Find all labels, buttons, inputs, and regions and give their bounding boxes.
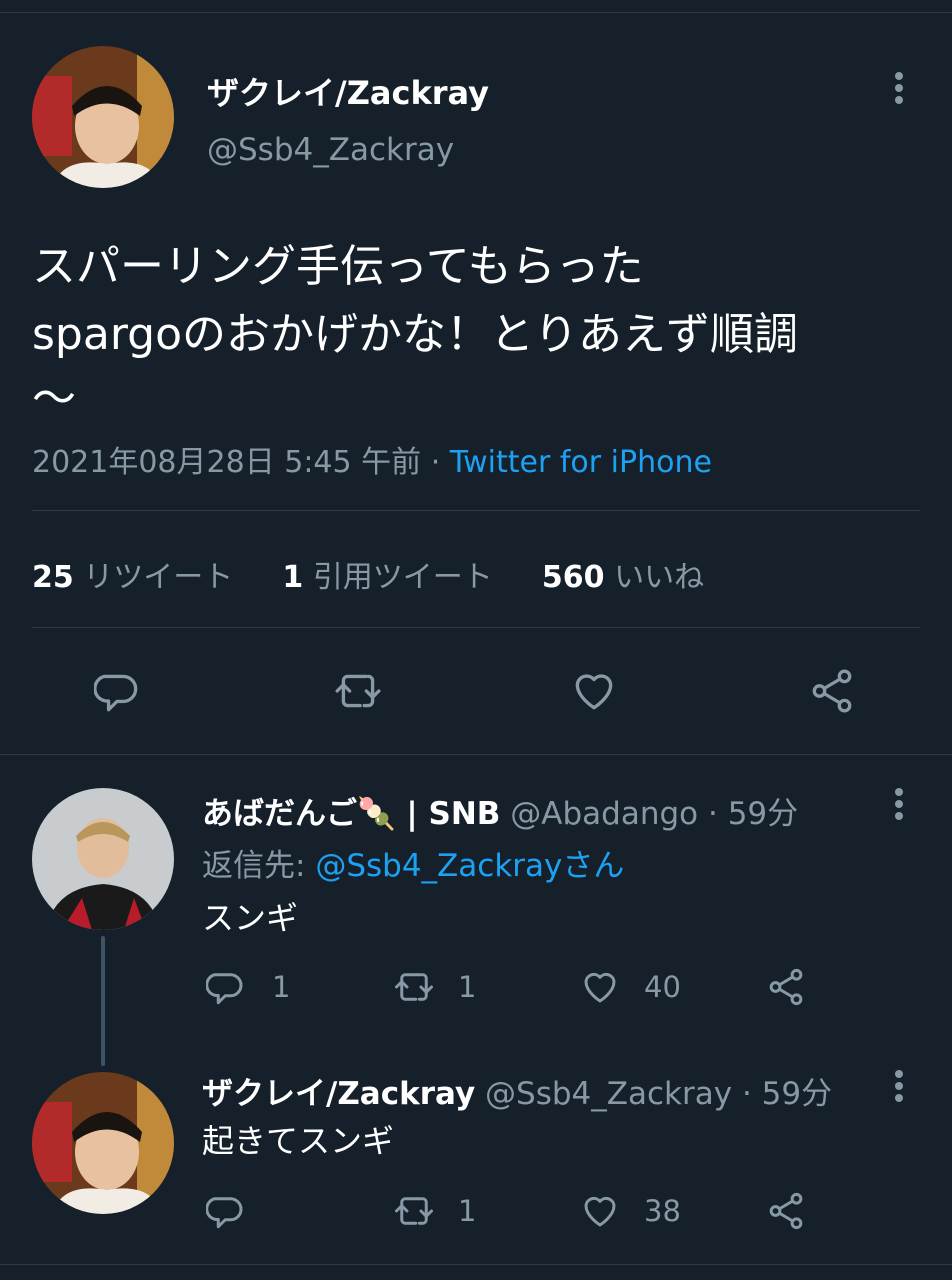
author-name[interactable]: ザクレイ/Zackray bbox=[207, 68, 489, 114]
share-icon[interactable] bbox=[764, 1190, 808, 1232]
quotes-stat[interactable]: 1 引用ツイート bbox=[282, 560, 502, 595]
divider bbox=[32, 510, 920, 511]
retweet-icon[interactable] bbox=[330, 666, 386, 716]
likes-label: いいね bbox=[614, 560, 705, 595]
more-icon[interactable] bbox=[895, 72, 905, 108]
reply-icon[interactable] bbox=[206, 1190, 248, 1232]
author-avatar[interactable] bbox=[32, 46, 174, 188]
thread-line bbox=[101, 936, 105, 1066]
retweet-icon[interactable] bbox=[390, 1190, 438, 1232]
tweet-meta: 2021年08月28日 5:45 午前 · Twitter for iPhone bbox=[32, 437, 712, 481]
author-handle[interactable]: @Ssb4_Zackray bbox=[207, 132, 454, 168]
client-link[interactable]: Twitter for iPhone bbox=[450, 445, 712, 480]
reply-text: 起きてスンギ bbox=[202, 1122, 395, 1160]
reply-to-handle[interactable]: @Ssb4_Zackrayさん bbox=[315, 848, 624, 884]
likes-stat[interactable]: 560 いいね bbox=[542, 560, 704, 595]
likes-count: 560 bbox=[541, 560, 605, 595]
reply-text: スンギ bbox=[202, 899, 299, 937]
reply-avatar[interactable] bbox=[32, 788, 174, 930]
reply-avatar[interactable] bbox=[32, 1072, 174, 1214]
reply-icon[interactable] bbox=[94, 666, 144, 716]
reply-count: 1 bbox=[272, 970, 291, 1004]
divider bbox=[0, 754, 952, 755]
reply-time[interactable]: · 59分 bbox=[708, 796, 798, 832]
tweet-text-line-2: spargoのおかげかな！とりあえず順調 bbox=[32, 309, 798, 360]
like-count: 38 bbox=[644, 1194, 681, 1228]
divider bbox=[0, 1264, 952, 1265]
like-icon[interactable] bbox=[578, 1190, 622, 1232]
retweets-stat[interactable]: 25 リツイート bbox=[32, 560, 243, 595]
reply-to-label: 返信先: bbox=[202, 848, 306, 884]
share-icon[interactable] bbox=[806, 666, 858, 716]
timestamp[interactable]: 2021年08月28日 5:45 午前 bbox=[32, 445, 421, 480]
reply-author-handle[interactable]: @Ssb4_Zackray bbox=[485, 1076, 732, 1112]
meta-dot: · bbox=[430, 445, 441, 480]
retweet-count: 1 bbox=[458, 1194, 477, 1228]
reply-icon[interactable] bbox=[206, 966, 248, 1008]
like-icon[interactable] bbox=[578, 966, 622, 1008]
tweet-text-line-1: スパーリング手伝ってもらった bbox=[32, 241, 644, 292]
top-divider bbox=[0, 12, 952, 13]
reply-header: ザクレイ/Zackray @Ssb4_Zackray · 59分 bbox=[202, 1068, 832, 1113]
reply-author-name[interactable]: あばだんご🍡 | SNB bbox=[202, 796, 500, 832]
more-icon[interactable] bbox=[895, 1070, 905, 1106]
divider bbox=[32, 627, 920, 628]
reply-to: 返信先: @Ssb4_Zackrayさん bbox=[202, 840, 624, 885]
tweet-text-line-3: 〜 bbox=[32, 373, 76, 424]
quotes-label: 引用ツイート bbox=[312, 560, 493, 595]
like-icon[interactable] bbox=[568, 666, 620, 716]
reply-header: あばだんご🍡 | SNB @Abadango · 59分 bbox=[202, 788, 798, 833]
more-icon[interactable] bbox=[895, 788, 905, 824]
reply-author-name[interactable]: ザクレイ/Zackray bbox=[202, 1076, 475, 1112]
stats-row: 25 リツイート 1 引用ツイート 560 いいね bbox=[32, 552, 704, 596]
quotes-count: 1 bbox=[282, 560, 304, 595]
retweet-count: 1 bbox=[458, 970, 477, 1004]
reply-author-handle[interactable]: @Abadango bbox=[510, 796, 698, 832]
retweet-icon[interactable] bbox=[390, 966, 438, 1008]
retweets-label: リツイート bbox=[83, 560, 234, 595]
reply-time[interactable]: · 59分 bbox=[742, 1076, 832, 1112]
retweets-count: 25 bbox=[32, 560, 74, 595]
like-count: 40 bbox=[644, 970, 681, 1004]
share-icon[interactable] bbox=[764, 966, 808, 1008]
